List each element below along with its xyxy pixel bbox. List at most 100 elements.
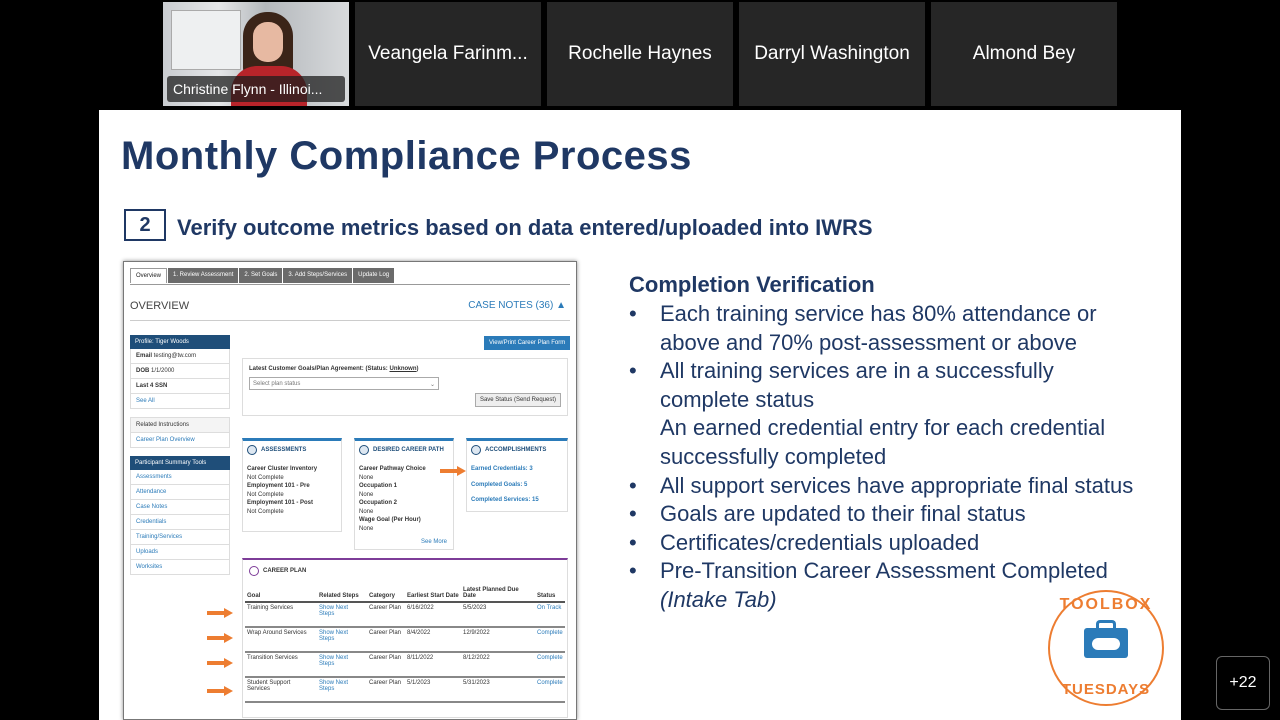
category-cell: Career Plan bbox=[367, 627, 405, 653]
due-cell: 5/31/2023 bbox=[461, 677, 535, 703]
profile-dob: DOB 1/1/2000 bbox=[130, 364, 230, 379]
column-header: Latest Planned Due Date bbox=[461, 584, 535, 603]
step-number: 2 bbox=[124, 209, 166, 241]
arrow-right-icon bbox=[207, 608, 233, 618]
status-cell: On Track bbox=[535, 602, 565, 628]
card-line: Occupation 1 bbox=[359, 483, 398, 489]
career-plan-table: Goal Related Steps Category Earliest Sta… bbox=[245, 584, 565, 703]
card-line: Occupation 2 bbox=[359, 500, 398, 506]
goals-label-text: Latest Customer Goals/Plan Agreement: (S… bbox=[249, 366, 388, 372]
due-cell: 8/12/2022 bbox=[461, 652, 535, 678]
steps-cell: Show Next Steps bbox=[317, 602, 367, 628]
card-line: Wage Goal (Per Hour) bbox=[359, 517, 421, 523]
category-cell: Career Plan bbox=[367, 602, 405, 628]
meeting-stage: Christine Flynn - Illinoi... Veangela Fa… bbox=[0, 0, 1280, 720]
card-title: ASSESSMENTS bbox=[261, 447, 307, 453]
card-line: None bbox=[359, 491, 374, 498]
logo-bottom-text: TUESDAYS bbox=[1061, 681, 1151, 698]
goals-panel: Latest Customer Goals/Plan Agreement: (S… bbox=[242, 358, 568, 416]
participant-name: Almond Bey bbox=[972, 43, 1076, 64]
start-cell: 8/11/2022 bbox=[405, 652, 461, 678]
tools-link: Training/Services bbox=[130, 530, 230, 545]
list-item-suffix: (Intake Tab) bbox=[660, 586, 777, 612]
tab-add-steps: 3. Add Steps/Services bbox=[283, 268, 353, 283]
logo-top-text: TOOLBOX bbox=[1059, 596, 1153, 613]
goal-cell: Transition Services bbox=[245, 652, 317, 678]
dob-label: DOB bbox=[136, 368, 150, 374]
tab-update-log: Update Log bbox=[353, 268, 395, 283]
assessments-card: ASSESSMENTS Career Cluster Inventory Not… bbox=[242, 438, 342, 532]
goal-cell: Wrap Around Services bbox=[245, 627, 317, 653]
toolbox-tuesdays-logo: TOOLBOX TUESDAYS bbox=[1048, 590, 1164, 706]
card-line: Career Pathway Choice bbox=[359, 466, 426, 472]
participant-name: Rochelle Haynes bbox=[568, 43, 712, 64]
card-line: Not Complete bbox=[247, 474, 284, 481]
trophy-icon bbox=[471, 445, 481, 455]
tools-link: Credentials bbox=[130, 515, 230, 530]
profile-email: Email testing@tw.com bbox=[130, 349, 230, 364]
participant-video-tile[interactable]: Christine Flynn - Illinoi... bbox=[163, 2, 349, 106]
arrow-right-icon bbox=[440, 466, 466, 476]
ssn-label: Last 4 SSN bbox=[136, 383, 168, 389]
status-cell: Complete bbox=[535, 677, 565, 703]
table-row: Transition Services Show Next Steps Care… bbox=[245, 652, 565, 678]
column-header: Status bbox=[535, 584, 565, 603]
steps-cell: Show Next Steps bbox=[317, 627, 367, 653]
column-header: Category bbox=[367, 584, 405, 603]
participant-tile[interactable]: Darryl Washington bbox=[739, 2, 925, 106]
due-cell: 12/9/2022 bbox=[461, 627, 535, 653]
arrow-right-icon bbox=[207, 633, 233, 643]
table-header-row: Goal Related Steps Category Earliest Sta… bbox=[245, 584, 565, 603]
target-icon bbox=[249, 566, 259, 576]
goals-label: Latest Customer Goals/Plan Agreement: (S… bbox=[249, 366, 419, 372]
accomplishment-line: Completed Goals: 5 bbox=[471, 481, 528, 488]
card-line: Not Complete bbox=[247, 508, 284, 515]
steps-cell: Show Next Steps bbox=[317, 677, 367, 703]
card-line: None bbox=[359, 525, 374, 532]
participant-name: Veangela Farinm... bbox=[368, 43, 528, 64]
card-line: Not Complete bbox=[247, 491, 284, 498]
start-cell: 6/16/2022 bbox=[405, 602, 461, 628]
compass-icon bbox=[359, 445, 369, 455]
iwrs-tabs: Overview 1. Review Assessment 2. Set Goa… bbox=[130, 268, 395, 283]
related-header: Related Instructions bbox=[130, 417, 230, 433]
list-item: Goals are updated to their final status bbox=[629, 500, 1149, 529]
chevron-down-icon: ⌄ bbox=[429, 382, 435, 388]
participant-tile[interactable]: Veangela Farinm... bbox=[355, 2, 541, 106]
card-line: Employment 101 - Post bbox=[247, 500, 314, 506]
tab-review-assessment: 1. Review Assessment bbox=[168, 268, 239, 283]
dob-value: 1/1/2000 bbox=[151, 368, 175, 374]
save-status-button: Save Status (Send Request) bbox=[474, 393, 561, 407]
case-notes-label: CASE NOTES (36) bbox=[468, 300, 554, 311]
goal-cell: Student Support Services bbox=[245, 677, 317, 703]
select-placeholder: Select plan status bbox=[253, 381, 301, 387]
list-item: All training services are in a successfu… bbox=[629, 357, 1149, 414]
participant-name: Christine Flynn - Illinoi... bbox=[167, 76, 345, 102]
steps-cell: Show Next Steps bbox=[317, 652, 367, 678]
more-participants-button[interactable]: +22 bbox=[1216, 656, 1270, 710]
goal-cell: Training Services bbox=[245, 602, 317, 628]
table-row: Student Support Services Show Next Steps… bbox=[245, 677, 565, 703]
participant-tile[interactable]: Rochelle Haynes bbox=[547, 2, 733, 106]
career-plan-panel: CAREER PLAN Goal Related Steps Category … bbox=[242, 558, 568, 718]
slide-title: Monthly Compliance Process bbox=[121, 134, 692, 178]
category-cell: Career Plan bbox=[367, 677, 405, 703]
accomplishment-line: Completed Services: 15 bbox=[471, 497, 539, 503]
participant-face bbox=[253, 22, 283, 62]
category-cell: Career Plan bbox=[367, 652, 405, 678]
related-link: Career Plan Overview bbox=[130, 433, 230, 448]
whiteboard bbox=[171, 10, 241, 70]
arrow-right-icon bbox=[207, 686, 233, 696]
tools-link: Attendance bbox=[130, 485, 230, 500]
view-print-button: View/Print Career Plan Form bbox=[484, 336, 571, 350]
due-cell: 5/5/2023 bbox=[461, 602, 535, 628]
start-cell: 5/1/2023 bbox=[405, 677, 461, 703]
completion-heading: Completion Verification bbox=[629, 272, 875, 297]
participant-tile[interactable]: Almond Bey bbox=[931, 2, 1117, 106]
assessment-icon bbox=[247, 445, 257, 455]
shared-slide: Monthly Compliance Process 2 Verify outc… bbox=[99, 110, 1181, 720]
arrow-right-icon bbox=[207, 658, 233, 668]
card-line: None bbox=[359, 474, 374, 481]
card-line: Career Cluster Inventory bbox=[247, 466, 318, 472]
iwrs-screenshot: Overview 1. Review Assessment 2. Set Goa… bbox=[123, 261, 577, 720]
